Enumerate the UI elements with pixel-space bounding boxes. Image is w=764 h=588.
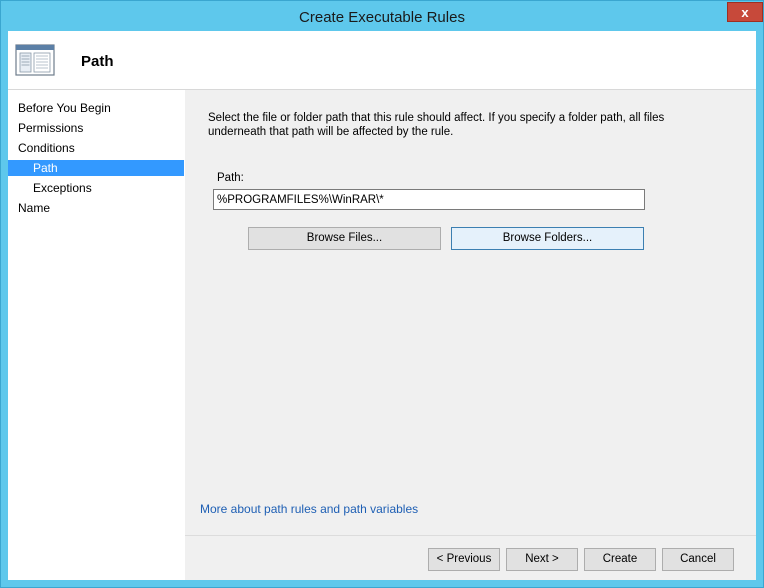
close-button[interactable]: x [727, 2, 763, 22]
page-header: Path [8, 31, 756, 90]
next-button[interactable]: Next > [506, 548, 578, 571]
browse-files-button[interactable]: Browse Files... [248, 227, 441, 250]
more-about-path-rules-link[interactable]: More about path rules and path variables [200, 502, 418, 516]
previous-button[interactable]: < Previous [428, 548, 500, 571]
instructions-text: Select the file or folder path that this… [208, 112, 665, 138]
nav-item-exceptions[interactable]: Exceptions [33, 180, 92, 196]
nav-item-path-selected[interactable]: Path [8, 160, 184, 176]
nav-item-name[interactable]: Name [18, 200, 50, 216]
create-button[interactable]: Create [584, 548, 656, 571]
create-executable-rules-window: Create Executable Rules x Path Before Yo… [0, 0, 764, 588]
nav-item-conditions[interactable]: Conditions [18, 140, 75, 156]
path-label: Path: [217, 172, 244, 184]
wizard-page-icon [15, 44, 55, 76]
footer-divider [185, 535, 756, 536]
nav-item-before-you-begin[interactable]: Before You Begin [18, 100, 111, 116]
wizard-step-nav: Before You Begin Permissions Conditions … [8, 90, 185, 580]
nav-item-permissions[interactable]: Permissions [18, 120, 83, 136]
cancel-button[interactable]: Cancel [662, 548, 734, 571]
browse-folders-button[interactable]: Browse Folders... [451, 227, 644, 250]
window-title: Create Executable Rules [299, 9, 465, 26]
page-title: Path [81, 53, 114, 70]
title-bar[interactable]: Create Executable Rules x [1, 1, 763, 31]
dialog-client-area: Path Before You Begin Permissions Condit… [8, 31, 756, 580]
nav-item-path[interactable]: Path [33, 160, 58, 176]
main-panel: Select the file or folder path that this… [185, 90, 756, 580]
path-input[interactable] [213, 189, 645, 210]
